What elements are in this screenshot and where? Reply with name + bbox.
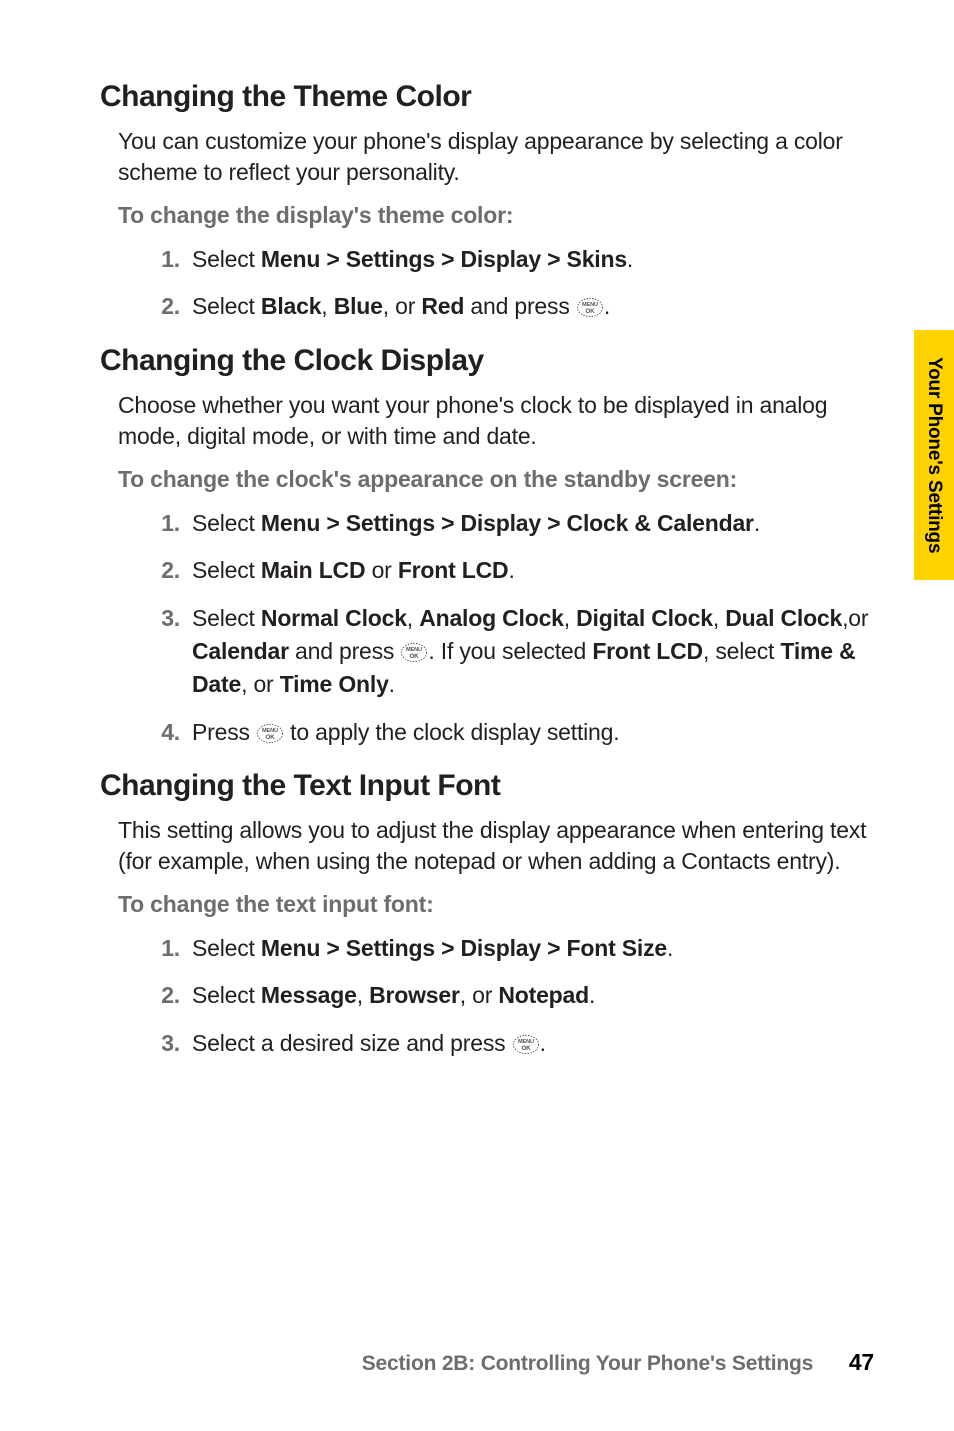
lead-text: To change the clock's appearance on the …	[118, 466, 874, 493]
menu-path: Menu > Settings > Display > Skins	[261, 246, 627, 272]
option: Black	[261, 293, 321, 319]
page-number: 47	[849, 1349, 874, 1375]
option: Dual Clock	[725, 605, 842, 631]
step-text: Select	[192, 246, 261, 272]
menu-path: Menu > Settings > Display > Font Size	[261, 935, 667, 961]
step-text: .	[540, 1030, 546, 1056]
step-text: , or	[460, 982, 499, 1008]
menu-ok-icon	[576, 294, 604, 315]
menu-ok-icon	[512, 1031, 540, 1052]
step-item: 3. Select Normal Clock, Analog Clock, Di…	[150, 602, 874, 702]
step-number: 1.	[150, 243, 180, 276]
step-text: .	[508, 557, 514, 583]
heading-clock-display: Changing the Clock Display	[100, 344, 874, 378]
option: Time Only	[280, 671, 389, 697]
step-text: . If you selected	[428, 638, 592, 664]
paragraph: You can customize your phone's display a…	[118, 126, 874, 188]
heading-text-input-font: Changing the Text Input Font	[100, 769, 874, 803]
step-text: ,	[407, 605, 419, 631]
step-text: Select	[192, 935, 261, 961]
step-number: 2.	[150, 290, 180, 323]
step-text: and press	[464, 293, 576, 319]
option: Red	[421, 293, 464, 319]
step-text: Select	[192, 557, 261, 583]
option: Digital Clock	[576, 605, 713, 631]
menu-ok-icon	[256, 720, 284, 741]
option: Analog Clock	[419, 605, 564, 631]
option: Front LCD	[592, 638, 703, 664]
step-item: 1. Select Menu > Settings > Display > Fo…	[150, 932, 874, 965]
step-text: Press	[192, 719, 256, 745]
option: Blue	[334, 293, 383, 319]
step-item: 1. Select Menu > Settings > Display > Cl…	[150, 507, 874, 540]
step-text: Select	[192, 293, 261, 319]
step-item: 1. Select Menu > Settings > Display > Sk…	[150, 243, 874, 276]
menu-ok-icon	[400, 639, 428, 660]
footer-section: Section 2B: Controlling Your Phone's Set…	[362, 1352, 813, 1375]
step-text: and press	[289, 638, 401, 664]
step-text: ,	[713, 605, 725, 631]
option: Front LCD	[398, 557, 509, 583]
step-text: Select	[192, 982, 261, 1008]
option: Main LCD	[261, 557, 365, 583]
step-text: ,	[321, 293, 333, 319]
heading-theme-color: Changing the Theme Color	[100, 80, 874, 114]
step-text: .	[627, 246, 633, 272]
option: Browser	[369, 982, 460, 1008]
step-text: , or	[383, 293, 422, 319]
side-tab-label: Your Phone's Settings	[923, 357, 945, 553]
page-footer: Section 2B: Controlling Your Phone's Set…	[100, 1349, 874, 1376]
step-item: 2. Select Black, Blue, or Red and press …	[150, 290, 874, 323]
step-number: 3.	[150, 1027, 180, 1060]
lead-text: To change the display's theme color:	[118, 202, 874, 229]
step-text: .	[667, 935, 673, 961]
step-text: .	[754, 510, 760, 536]
side-tab: Your Phone's Settings	[914, 330, 954, 580]
step-text: , select	[703, 638, 780, 664]
step-number: 3.	[150, 602, 180, 635]
step-number: 2.	[150, 554, 180, 587]
lead-text: To change the text input font:	[118, 891, 874, 918]
step-text: .	[589, 982, 595, 1008]
paragraph: Choose whether you want your phone's clo…	[118, 390, 874, 452]
paragraph: This setting allows you to adjust the di…	[118, 815, 874, 877]
step-item: 2. Select Main LCD or Front LCD.	[150, 554, 874, 587]
step-number: 1.	[150, 932, 180, 965]
option: Calendar	[192, 638, 289, 664]
step-text: .	[604, 293, 610, 319]
step-text: ,	[564, 605, 576, 631]
option: Message	[261, 982, 357, 1008]
step-text: Select	[192, 510, 261, 536]
step-item: 4. Press to apply the clock display sett…	[150, 716, 874, 749]
step-text: , or	[241, 671, 280, 697]
step-text: to apply the clock display setting.	[284, 719, 619, 745]
step-number: 4.	[150, 716, 180, 749]
option: Notepad	[498, 982, 589, 1008]
step-item: 2. Select Message, Browser, or Notepad.	[150, 979, 874, 1012]
step-text: Select	[192, 605, 261, 631]
step-item: 3. Select a desired size and press .	[150, 1027, 874, 1060]
step-text: .	[389, 671, 395, 697]
step-text: or	[365, 557, 397, 583]
step-text: Select a desired size and press	[192, 1030, 512, 1056]
menu-path: Menu > Settings > Display > Clock & Cale…	[261, 510, 754, 536]
option: Normal Clock	[261, 605, 407, 631]
step-text: ,	[357, 982, 369, 1008]
step-text: ,or	[842, 605, 868, 631]
step-number: 2.	[150, 979, 180, 1012]
step-number: 1.	[150, 507, 180, 540]
